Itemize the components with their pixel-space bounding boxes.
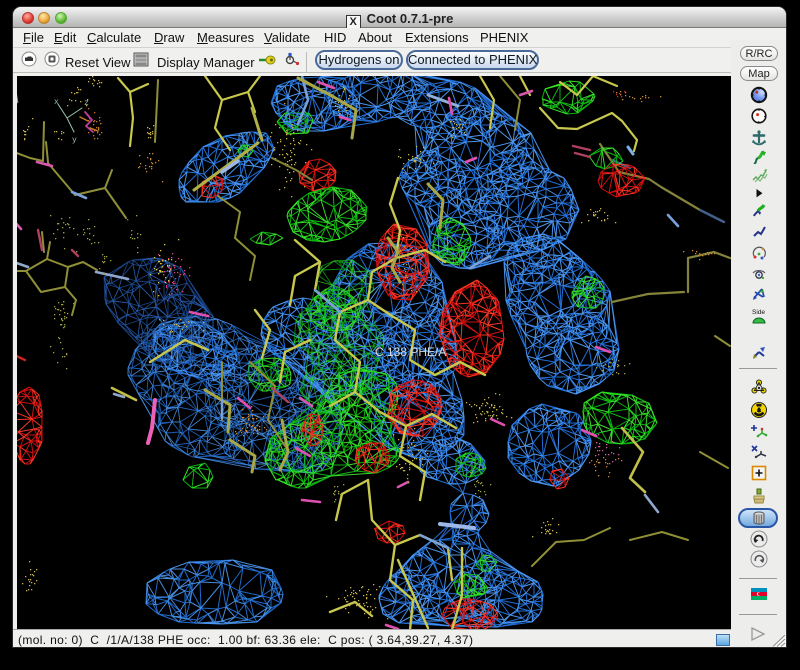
svg-text:x: x [54, 98, 59, 107]
svg-text:y: y [72, 136, 77, 145]
svg-text:Side: Side [752, 309, 765, 316]
svg-text:z: z [84, 99, 89, 108]
svg-text:C 138 PHE/A: C 138 PHE/A [375, 345, 446, 359]
